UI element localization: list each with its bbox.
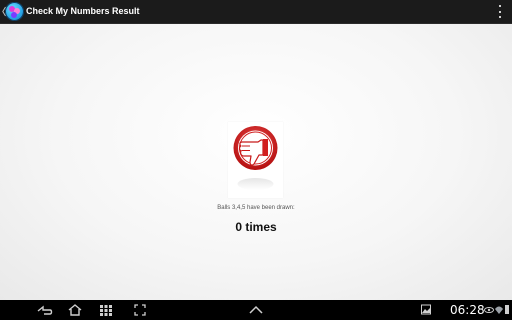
result-message: Balls 3,4,5 have been drawn: [217, 205, 295, 211]
overflow-menu-icon[interactable] [498, 5, 502, 18]
system-nav-bar: 06:28 [0, 300, 512, 320]
clock: 06:28 [450, 303, 485, 317]
result-content: Balls 3,4,5 have been drawn: 0 times [0, 24, 512, 300]
app-icon[interactable] [5, 2, 24, 21]
gallery-icon [421, 304, 431, 315]
result-count: 0 times [235, 220, 277, 234]
screenshot-icon[interactable] [133, 303, 147, 317]
thumbs-down-icon [233, 126, 278, 190]
recent-apps-icon[interactable] [99, 303, 113, 317]
wifi-icon [495, 306, 503, 314]
battery-icon [505, 305, 509, 314]
action-bar: Check My Numbers Result [0, 0, 512, 24]
eye-icon [484, 307, 494, 313]
home-icon[interactable] [66, 303, 84, 317]
up-chevron-icon[interactable] [248, 303, 264, 317]
back-icon[interactable] [34, 303, 56, 317]
screen-title: Check My Numbers Result [26, 6, 140, 16]
result-image [228, 122, 283, 198]
